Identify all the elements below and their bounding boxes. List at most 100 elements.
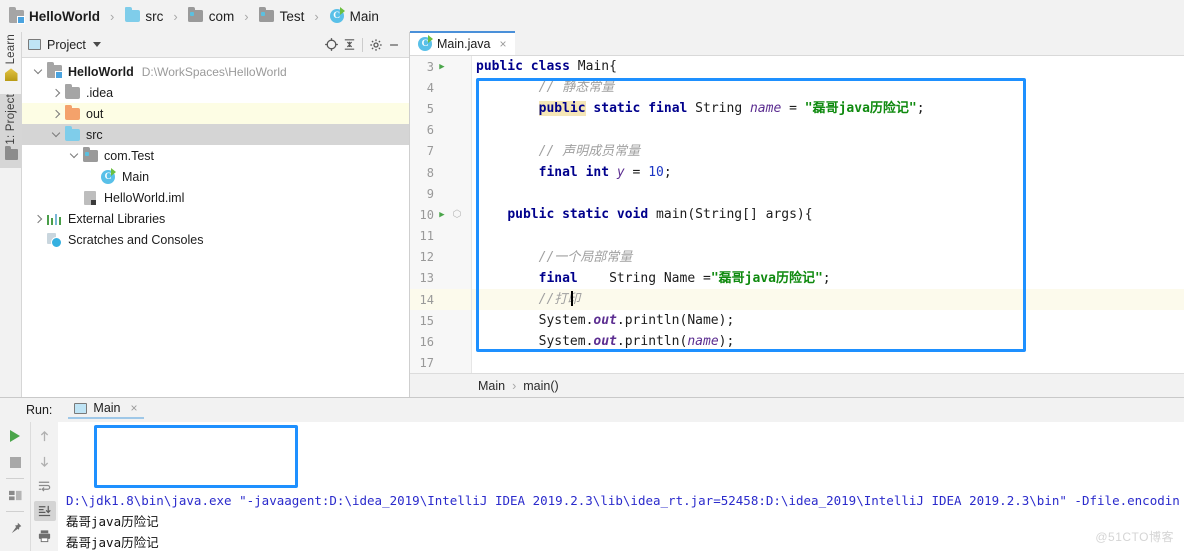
chevron-down-icon[interactable] — [66, 151, 82, 160]
gutter-line-13[interactable]: 13 — [410, 268, 471, 289]
breadcrumb-separator: › — [512, 378, 517, 393]
code-line-11[interactable] — [476, 226, 1184, 247]
gutter-line-17[interactable]: 17 — [410, 353, 471, 373]
close-icon[interactable]: × — [131, 401, 138, 415]
tool-window-learn[interactable]: Learn — [0, 34, 22, 85]
editor-tab-main-java[interactable]: C Main.java × — [410, 31, 515, 55]
gutter-line-4[interactable]: 4 — [410, 77, 471, 98]
gutter-line-15[interactable]: 15 — [410, 310, 471, 331]
breadcrumb-item-com[interactable]: com — [188, 7, 234, 24]
code-line-7[interactable]: // 声明成员常量 — [476, 141, 1184, 162]
project-label: 1: Project — [5, 94, 17, 145]
tree-node-helloworld-iml[interactable]: HelloWorld.iml — [22, 187, 409, 208]
run-gutter-icon[interactable]: ▶ — [434, 210, 450, 220]
gutter-line-7[interactable]: 7 — [410, 141, 471, 162]
chevron-right-icon[interactable] — [48, 111, 64, 117]
folder-source-icon — [188, 7, 204, 22]
code-line-16[interactable]: System.out.println(name); — [476, 331, 1184, 352]
chevron-down-icon[interactable] — [92, 42, 101, 47]
code-line-14[interactable]: //打印 — [472, 289, 1184, 311]
rerun-play-icon[interactable] — [4, 426, 26, 446]
gear-icon[interactable] — [367, 36, 385, 54]
code-token: y — [616, 164, 625, 180]
breadcrumb-item-main[interactable]: C Main — [329, 7, 379, 24]
run-gutter-icon[interactable]: ▶ — [434, 62, 450, 72]
tree-node-external-libraries[interactable]: External Libraries — [22, 208, 409, 229]
code-token: int — [585, 164, 610, 180]
tree-node-helloworld[interactable]: HelloWorld D:\WorkSpaces\HelloWorld — [22, 61, 409, 82]
layout-icon[interactable] — [4, 485, 26, 505]
gutter-line-12[interactable]: 12 — [410, 247, 471, 268]
collapse-all-icon[interactable] — [340, 36, 358, 54]
code-line-8[interactable]: final int y = 10; — [476, 162, 1184, 183]
gutter-line-14[interactable]: 14 — [410, 289, 471, 311]
line-number: 17 — [419, 356, 434, 371]
gutter-line-16[interactable]: 16 — [410, 331, 471, 352]
tree-node-scratches-and-consoles[interactable]: Scratches and Consoles — [22, 229, 409, 250]
chevron-right-icon[interactable] — [48, 90, 64, 96]
gutter-line-9[interactable]: 9 — [410, 183, 471, 204]
code-token: public — [476, 59, 523, 74]
close-icon[interactable]: × — [500, 37, 507, 51]
breadcrumb-item-src[interactable]: src — [124, 7, 163, 24]
gutter-line-3[interactable]: 3 ▶ — [410, 56, 471, 77]
tree-node-label: com.Test — [104, 148, 155, 163]
structure-breadcrumb-item[interactable]: Main — [478, 379, 505, 393]
chevron-down-icon[interactable] — [48, 130, 64, 139]
line-number: 13 — [419, 271, 434, 286]
folder-blue-icon — [124, 7, 140, 22]
code-token: ); — [718, 334, 735, 350]
code-area[interactable]: 3 ▶ 4 5 6 7 8 9 10 ▶ ⬡ 11 12 13 14 15 16 17 public class … — [410, 56, 1184, 373]
arrow-up-icon[interactable] — [34, 426, 56, 446]
project-tree[interactable]: HelloWorld D:\WorkSpaces\HelloWorld .idea o… — [22, 58, 409, 397]
code-line-6[interactable] — [476, 120, 1184, 141]
tree-node-out[interactable]: out — [22, 103, 409, 124]
gutter-line-8[interactable]: 8 — [410, 162, 471, 183]
run-tab-main[interactable]: Main × — [68, 401, 144, 419]
code-line-15[interactable]: System.out.println(Name); — [476, 310, 1184, 331]
gutter-line-5[interactable]: 5 — [410, 98, 471, 119]
crosshair-target-icon[interactable] — [322, 36, 340, 54]
tool-window-project[interactable]: 1: Project — [0, 94, 22, 168]
code-line-13[interactable]: final String Name ="磊哥java历险记"; — [476, 268, 1184, 289]
code-line-17[interactable] — [476, 353, 1184, 373]
breadcrumb-item-helloworld[interactable]: HelloWorld — [8, 6, 100, 24]
stop-icon[interactable] — [4, 452, 26, 472]
console-output[interactable]: D:\jdk1.8\bin\java.exe "-javaagent:D:\id… — [58, 422, 1184, 551]
tree-node-label: Scratches and Consoles — [68, 232, 204, 247]
editor-tab-bar: C Main.java × — [410, 31, 1184, 56]
tree-node-src[interactable]: src — [22, 124, 409, 145]
code-token: String — [687, 101, 750, 117]
print-icon[interactable] — [34, 526, 56, 546]
scroll-to-end-icon[interactable] — [33, 501, 56, 521]
code-line-10[interactable]: public static void main(String[] args){ — [476, 204, 1184, 225]
minimize-icon[interactable] — [385, 36, 403, 54]
editor-gutter[interactable]: 3 ▶ 4 5 6 7 8 9 10 ▶ ⬡ 11 12 13 14 15 16 17 — [410, 56, 472, 373]
chevron-right-icon[interactable] — [30, 216, 46, 222]
tree-node-com-test[interactable]: com.Test — [22, 145, 409, 166]
code-line-5[interactable]: public static final String name = "磊哥jav… — [476, 98, 1184, 119]
tree-node-main[interactable]: C Main — [22, 166, 409, 187]
code-line-12[interactable]: //一个局部常量 — [476, 247, 1184, 268]
line-number: 3 — [426, 59, 434, 74]
soft-wrap-icon[interactable] — [34, 476, 56, 496]
fold-marker-icon[interactable]: ⬡ — [450, 209, 464, 220]
code-token: public — [538, 101, 586, 117]
run-tool-window: Run: Main × D:\jdk1.8\bin\java.exe "-jav… — [0, 397, 1184, 551]
line-number: 10 — [419, 207, 434, 222]
tree-node-idea[interactable]: .idea — [22, 82, 409, 103]
gutter-line-6[interactable]: 6 — [410, 120, 471, 141]
text-caret — [571, 291, 573, 307]
pin-icon[interactable] — [4, 518, 26, 538]
breadcrumb-item-test[interactable]: Test — [259, 7, 304, 24]
code-line-9[interactable] — [476, 183, 1184, 204]
arrow-down-icon[interactable] — [34, 451, 56, 471]
structure-breadcrumb-item[interactable]: main() — [523, 379, 558, 393]
chevron-down-icon[interactable] — [30, 67, 46, 76]
code-text[interactable]: public class Main{ // 静态常量 public static… — [472, 56, 1184, 373]
structure-breadcrumb[interactable]: Main › main() — [410, 373, 1184, 397]
gutter-line-11[interactable]: 11 — [410, 226, 471, 247]
code-line-4[interactable]: // 静态常量 — [476, 77, 1184, 98]
gutter-line-10[interactable]: 10 ▶ ⬡ — [410, 204, 471, 225]
code-line-3[interactable]: public class Main{ — [476, 56, 1184, 77]
